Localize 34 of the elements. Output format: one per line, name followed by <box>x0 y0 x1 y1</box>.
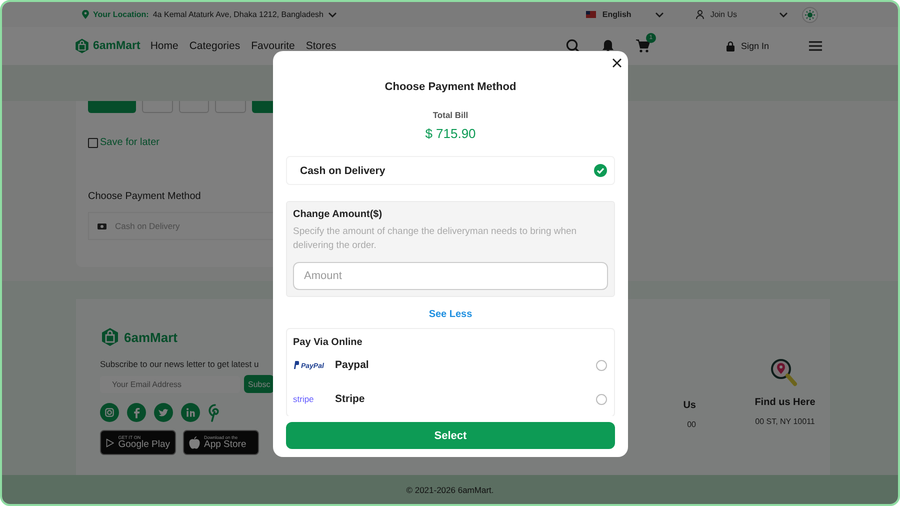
subscribe-button[interactable]: Subsc <box>244 375 274 393</box>
copyright-text: © 2021-2026 6amMart. <box>406 484 494 494</box>
section-heading: Choose Payment Method <box>88 191 202 202</box>
panel-title: Change Amount($) <box>293 209 384 220</box>
see-less-link[interactable]: See Less <box>426 307 474 322</box>
cash-on-delivery-option[interactable]: Cash on Delivery <box>286 156 615 185</box>
panel-description: Specify the amount of change the deliveryman needs to bring when delivering the order. <box>293 225 578 253</box>
language-selector[interactable]: English <box>602 10 632 19</box>
location-label: Your Location: <box>93 10 149 19</box>
brand-name[interactable]: 6amMart <box>93 40 140 52</box>
contact-title: Us <box>683 400 696 411</box>
panel-title: Pay Via Online <box>293 337 364 348</box>
save-for-later-label[interactable]: Save for later <box>100 137 160 148</box>
email-field[interactable]: Your Email Address <box>100 376 240 392</box>
join-us-link[interactable]: Join Us <box>710 10 737 19</box>
nav-link[interactable]: Stores <box>306 40 336 52</box>
stripe-logo: stripe <box>293 394 315 404</box>
amount-field[interactable]: Amount <box>293 262 608 290</box>
total-amount: $ 715.90 <box>425 126 476 141</box>
payment-method-name[interactable]: Paypal <box>335 359 369 371</box>
contact-title: Find us Here <box>754 397 816 408</box>
select-button[interactable]: Select <box>286 422 615 449</box>
location-text[interactable]: 4a Kemal Ataturk Ave, Dhaka 1212, Bangladesh <box>152 10 324 19</box>
sign-in-link[interactable]: Sign In <box>740 41 769 51</box>
nav-link[interactable]: Favourite <box>251 40 295 52</box>
total-label: Total Bill <box>432 110 468 120</box>
nav-link[interactable]: Categories <box>189 40 240 52</box>
newsletter-text: Subscribe to our news letter to get latest u <box>100 359 260 369</box>
contact-detail: 00 ST, NY 10011 <box>755 417 815 426</box>
contact-detail: 00 <box>687 420 696 429</box>
brand-name: 6amMart <box>124 330 178 344</box>
nav-link[interactable]: Home <box>150 40 178 52</box>
payment-method-name[interactable]: Stripe <box>335 393 365 405</box>
dialog-title: Choose Payment Method <box>384 81 516 93</box>
